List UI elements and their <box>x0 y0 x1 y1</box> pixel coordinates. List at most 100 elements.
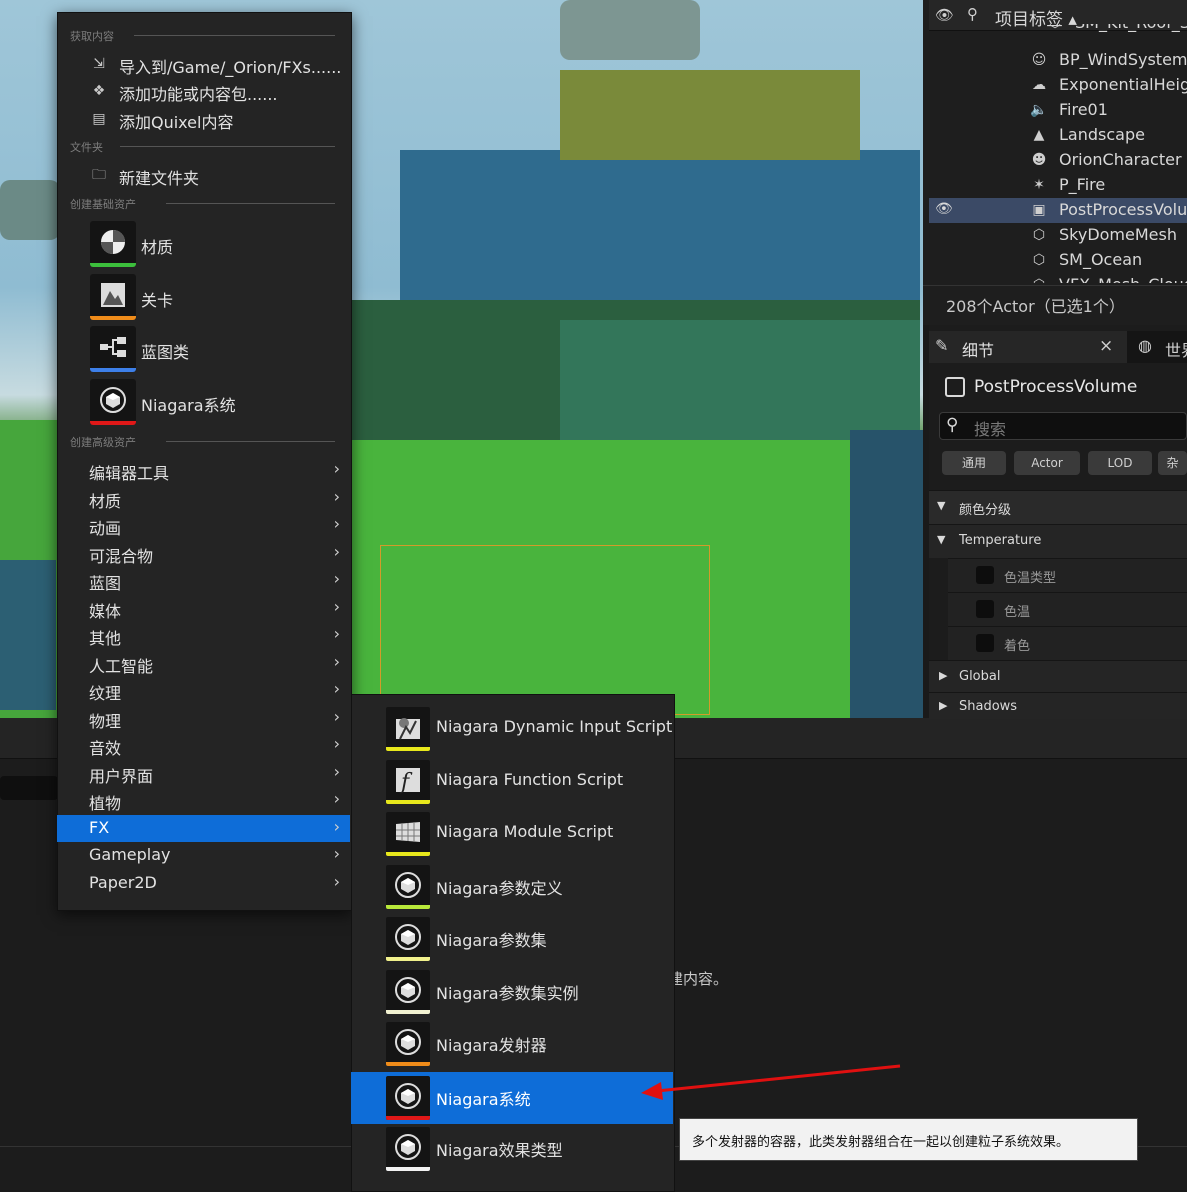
menu-item-category[interactable]: 可混合物 › <box>57 540 350 567</box>
stairs-left <box>0 560 56 710</box>
menu-item-category[interactable]: 其他 › <box>57 622 350 649</box>
property-temperature-type: 色温类型 <box>948 558 1187 592</box>
menu-item-category[interactable]: 编辑器工具 › <box>57 457 350 484</box>
submenu-item[interactable]: Niagara参数集 <box>351 913 673 965</box>
outliner-row[interactable]: ☺ BP_WindSystem <box>929 48 1187 73</box>
quixel-icon: ▤ <box>92 111 106 127</box>
menu-item-category[interactable]: Paper2D › <box>57 870 350 897</box>
menu-item-basic-asset[interactable]: 关卡 <box>141 287 173 311</box>
property-white-tint: 着色 <box>948 626 1187 660</box>
import-icon: ⇲ <box>93 56 105 72</box>
menu-item-new-folder[interactable]: 新建文件夹 <box>119 165 199 189</box>
override-checkbox[interactable] <box>976 600 994 618</box>
submenu-item[interactable]: Niagara效果类型 <box>351 1123 673 1175</box>
menu-item-basic-asset[interactable]: 蓝图类 <box>141 339 189 363</box>
submenu-item-label: Niagara参数集实例 <box>436 983 579 1003</box>
menu-item-add-quixel[interactable]: 添加Quixel内容 <box>119 109 233 133</box>
submenu-item[interactable]: Niagara发射器 <box>351 1018 673 1070</box>
filter-misc[interactable]: 杂 <box>1158 451 1187 475</box>
menu-item-category[interactable]: 媒体 › <box>57 595 350 622</box>
filter-lod[interactable]: LOD <box>1088 451 1152 475</box>
override-checkbox[interactable] <box>976 634 994 652</box>
visibility-eye-icon[interactable]: 👁 <box>935 201 953 217</box>
submenu-item-label: Niagara参数集 <box>436 931 547 950</box>
niagara-icon <box>394 1028 422 1056</box>
category-color-grading[interactable]: ▼ 颜色分级 <box>929 490 1187 524</box>
tab-details[interactable]: ✎ 细节 × <box>929 331 1127 363</box>
submenu-item[interactable]: Niagara系统 <box>351 1072 673 1124</box>
outliner-row-label: PostProcessVolu <box>1059 200 1187 219</box>
tiled-roof <box>560 70 860 160</box>
category-global[interactable]: ▶ Global <box>929 660 1187 694</box>
outliner-row[interactable]: ⬡ SkyDomeMesh <box>929 223 1187 248</box>
outliner-row[interactable]: ⬡ SM_Ocean <box>929 248 1187 273</box>
category-temperature[interactable]: ▼ Temperature <box>929 524 1187 558</box>
details-search-input[interactable]: ⚲ 搜索 <box>939 412 1187 440</box>
filter-general[interactable]: 通用 <box>942 451 1006 475</box>
asset-tile[interactable] <box>90 221 136 267</box>
chevron-right-icon: › <box>333 816 340 836</box>
menu-item-label: 动画 <box>89 519 122 538</box>
asset-tile[interactable] <box>90 273 136 320</box>
asset-color-bar <box>386 799 430 804</box>
outliner-row[interactable]: ✶ P_Fire <box>929 173 1187 198</box>
chevron-right-icon: › <box>333 624 340 643</box>
menu-item-category[interactable]: 纹理 › <box>57 677 350 704</box>
niagara-icon <box>394 1133 422 1161</box>
menu-item-label: 纹理 <box>89 684 122 703</box>
outliner-row[interactable]: 🔈 Fire01 <box>929 98 1187 123</box>
visibility-eye-icon[interactable]: 👁 <box>935 6 954 24</box>
asset-tile[interactable] <box>90 378 136 425</box>
content-browser-search[interactable] <box>0 776 58 800</box>
outliner-row-label: SkyDomeMesh <box>1059 225 1177 244</box>
outliner-row[interactable]: ☻ OrionCharacter <box>929 148 1187 173</box>
menu-item-label: Paper2D <box>89 872 157 892</box>
menu-item-category[interactable]: FX › <box>57 814 350 842</box>
menu-item-category[interactable]: Gameplay › <box>57 842 350 869</box>
asset-color-bar <box>386 1116 430 1120</box>
submenu-item[interactable]: Niagara Module Script <box>351 808 673 860</box>
dynamic-input-icon <box>394 713 422 741</box>
menu-item-basic-asset[interactable]: 材质 <box>141 234 173 258</box>
menu-item-category[interactable]: 材质 › <box>57 485 350 512</box>
asset-tile[interactable] <box>90 326 136 372</box>
menu-item-label: 物理 <box>89 711 122 731</box>
close-tab-icon[interactable]: × <box>1099 336 1113 356</box>
outliner-row-label: P_Fire <box>1059 175 1106 194</box>
category-shadows[interactable]: ▶ Shadows <box>929 692 1187 719</box>
menu-item-category[interactable]: 物理 › <box>57 705 350 732</box>
tab-world[interactable]: 世界 <box>1165 337 1187 361</box>
outliner-row[interactable]: ☁ ExponentialHeigh <box>929 73 1187 98</box>
material-icon <box>99 228 127 256</box>
menu-item-category[interactable]: 蓝图 › <box>57 567 350 594</box>
submenu-item[interactable]: Niagara参数集实例 <box>351 966 673 1018</box>
outliner-row-label: OrionCharacter <box>1059 150 1182 169</box>
menu-item-add-feature[interactable]: 添加功能或内容包...... <box>119 81 278 105</box>
menu-item-label: 植物 <box>89 794 122 813</box>
outliner-row[interactable]: 👁 ▣ PostProcessVolu <box>929 198 1187 223</box>
menu-item-category[interactable]: 动画 › <box>57 512 350 539</box>
menu-item-basic-asset[interactable]: Niagara系统 <box>141 392 236 416</box>
outliner-row[interactable]: ⬡ SM_Kit_Roof_S <box>929 24 1187 44</box>
pin-icon[interactable]: ⚲ <box>967 5 978 23</box>
menu-item-category[interactable]: 人工智能 › <box>57 650 350 677</box>
character-icon: ☻ <box>1031 152 1047 168</box>
outliner-row[interactable]: ▲ Landscape <box>929 123 1187 148</box>
menu-item-category[interactable]: 植物 › <box>57 787 350 814</box>
category-label: Shadows <box>959 699 1018 714</box>
submenu-item[interactable]: f Niagara Function Script <box>351 756 673 808</box>
menu-item-import[interactable]: 导入到/Game/_Orion/FXs...... <box>119 54 341 78</box>
niagara-icon <box>394 1082 422 1110</box>
submenu-item[interactable]: Niagara Dynamic Input Script <box>351 703 673 755</box>
override-checkbox[interactable] <box>976 566 994 584</box>
menu-item-category[interactable]: 用户界面 › <box>57 760 350 787</box>
function-icon: f <box>394 766 422 795</box>
outliner-row-label: SM_Kit_Roof_S <box>1075 24 1187 32</box>
outliner-row[interactable]: ⬡ VFX_Mesh_Cloud <box>929 273 1187 283</box>
selected-object-name: PostProcessVolume <box>974 377 1138 397</box>
divider <box>134 35 335 36</box>
filter-actor[interactable]: Actor <box>1014 451 1080 475</box>
menu-item-category[interactable]: 音效 › <box>57 732 350 759</box>
submenu-item[interactable]: Niagara参数定义 <box>351 861 673 913</box>
tooltip-text: 多个发射器的容器，此类发射器组合在一起以创建粒子系统效果。 <box>692 1135 1070 1150</box>
